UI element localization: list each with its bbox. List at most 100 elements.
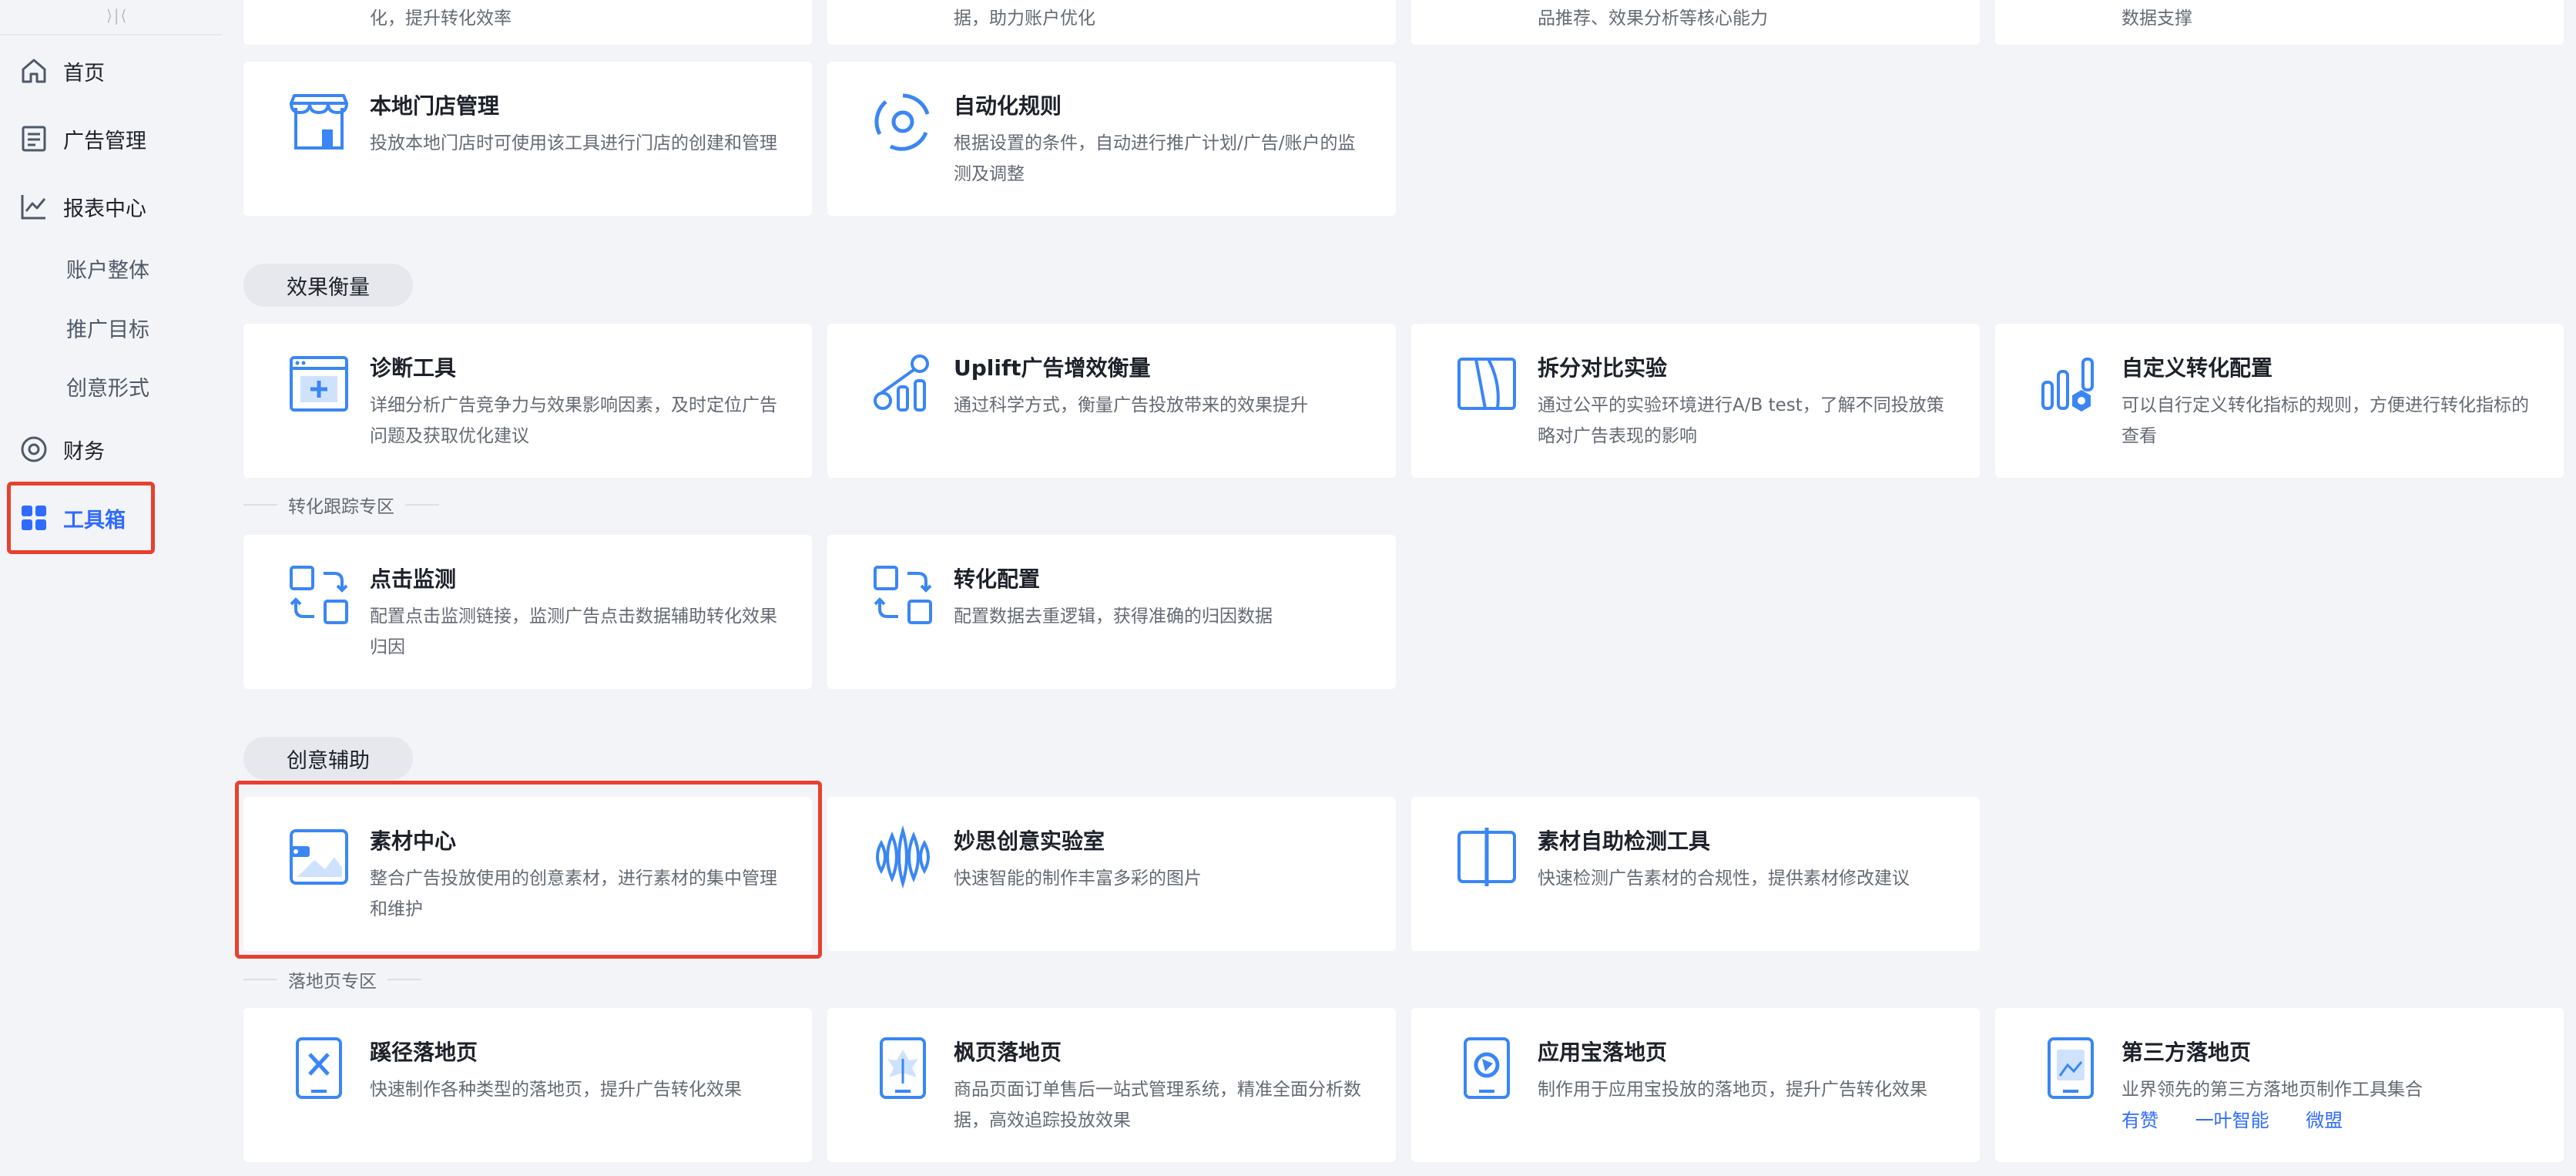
tool-card-xijing-landing[interactable]: 蹊径落地页 快速制作各种类型的落地页，提升广告转化效果 <box>243 1008 812 1162</box>
tool-card-local-store[interactable]: 本地门店管理 投放本地门店时可使用该工具进行门店的创建和管理 <box>243 62 812 216</box>
sidebar-item-label: 广告管理 <box>63 129 146 153</box>
card-description: 投放本地门店时可使用该工具进行门店的创建和管理 <box>370 133 777 153</box>
card-description: 制作用于应用宝投放的落地页，提升广告转化效果 <box>1538 1080 1927 1100</box>
custom-conversion-icon <box>2038 351 2103 416</box>
sidebar-subitem-account-overall[interactable]: 账户整体 <box>66 247 149 290</box>
divider <box>387 979 421 980</box>
card-title: 第三方落地页 <box>2122 1040 2252 1065</box>
card-title: 素材自助检测工具 <box>1538 828 1711 854</box>
divider <box>405 504 439 506</box>
card-title: 自动化规则 <box>954 93 1062 119</box>
collapse-sidebar-handle[interactable]: ⟩|⟨ <box>106 6 128 25</box>
card-description: 通过科学方式，衡量广告投放带来的效果提升 <box>954 395 1308 415</box>
material-check-icon <box>1454 825 1519 889</box>
section-label: 效果衡量 <box>287 275 370 300</box>
card-description: 配置数据去重逻辑，获得准确的归因数据 <box>954 606 1273 627</box>
tool-card-fengye-landing[interactable]: 枫页落地页 商品页面订单售后一站式管理系统，精准全面分析数据，高效追踪投放效果 <box>827 1008 1396 1162</box>
sidebar-subitem-creative-format[interactable]: 创意形式 <box>66 365 149 408</box>
card-description: 品推荐、效果分析等核心能力 <box>1538 8 1768 29</box>
third-party-links: 有赞 一叶智能 微盟 <box>2122 1105 2373 1132</box>
uplift-icon <box>870 351 935 416</box>
divider <box>243 504 277 506</box>
sidebar-item-label: 财务 <box>63 439 105 464</box>
card-title: Uplift广告增效衡量 <box>954 355 1151 381</box>
card-title: 应用宝落地页 <box>1538 1040 1668 1065</box>
tool-card-conversion-config[interactable]: 转化配置 配置数据去重逻辑，获得准确的归因数据 <box>827 535 1396 689</box>
card-description: 据，助力账户优化 <box>954 8 1095 29</box>
card-title: 蹊径落地页 <box>370 1040 478 1065</box>
tool-card-material-check[interactable]: 素材自助检测工具 快速检测广告素材的合规性，提供素材修改建议 <box>1411 797 1980 951</box>
card-description: 快速智能的制作丰富多彩的图片 <box>954 869 1202 889</box>
sidebar-item-label: 首页 <box>63 61 105 86</box>
sidebar-item-finance[interactable]: 财务 <box>17 426 105 472</box>
card-description: 业界领先的第三方落地页制作工具集合 <box>2122 1080 2423 1100</box>
subsection-label: 转化跟踪专区 <box>288 497 394 517</box>
partial-card[interactable]: 化，提升转化效率 <box>243 0 812 45</box>
section-label: 创意辅助 <box>287 748 370 773</box>
card-title: 自定义转化配置 <box>2122 355 2273 381</box>
partial-card[interactable]: 品推荐、效果分析等核心能力 <box>1411 0 1980 45</box>
tool-card-custom-conversion[interactable]: 自定义转化配置 可以自行定义转化指标的规则，方便进行转化指标的查看 <box>1995 324 2564 478</box>
ab-test-icon <box>1454 351 1519 416</box>
card-title: 转化配置 <box>954 566 1041 592</box>
click-monitor-icon <box>287 563 351 627</box>
line-chart-icon <box>17 190 51 223</box>
coin-icon <box>17 432 51 466</box>
link-youzan[interactable]: 有赞 <box>2122 1110 2158 1131</box>
card-description: 快速检测广告素材的合规性，提供素材修改建议 <box>1538 869 1910 889</box>
material-center-highlight-box <box>235 781 822 959</box>
store-icon <box>287 89 351 154</box>
sidebar: ⟩|⟨ 首页 广告管理 报表中心 账户整体 推广目标 创意形式 财务 工具箱 <box>0 0 222 1176</box>
yyb-page-icon <box>1454 1036 1519 1100</box>
toolbox-highlight-box <box>7 482 155 554</box>
card-title: 点击监测 <box>370 566 457 592</box>
card-description: 商品页面订单售后一站式管理系统，精准全面分析数据，高效追踪投放效果 <box>954 1080 1361 1131</box>
tool-card-uplift[interactable]: Uplift广告增效衡量 通过科学方式，衡量广告投放带来的效果提升 <box>827 324 1396 478</box>
tool-card-creative-lab[interactable]: 妙思创意实验室 快速智能的制作丰富多彩的图片 <box>827 797 1396 951</box>
sidebar-item-home[interactable]: 首页 <box>17 48 105 94</box>
card-title: 枫页落地页 <box>954 1040 1062 1065</box>
subsection-label: 落地页专区 <box>288 972 377 992</box>
xijing-page-icon <box>287 1036 351 1100</box>
sidebar-item-report-center[interactable]: 报表中心 <box>17 183 146 230</box>
creative-lab-icon <box>870 825 935 889</box>
link-weimeng[interactable]: 微盟 <box>2306 1110 2343 1131</box>
fengye-page-icon <box>870 1036 935 1100</box>
sidebar-divider <box>0 34 222 35</box>
subsection-header-landing-pages: 落地页专区 <box>243 968 421 992</box>
card-title: 妙思创意实验室 <box>954 828 1105 854</box>
card-description: 数据支撑 <box>2122 8 2192 29</box>
tool-card-diagnosis[interactable]: 诊断工具 详细分析广告竞争力与效果影响因素，及时定位广告问题及获取优化建议 <box>243 324 812 478</box>
diagnosis-icon <box>287 351 351 416</box>
partial-card[interactable]: 数据支撑 <box>1995 0 2564 45</box>
card-description: 快速制作各种类型的落地页，提升广告转化效果 <box>370 1080 742 1100</box>
sidebar-subitem-promotion-goal[interactable]: 推广目标 <box>66 306 149 349</box>
card-title: 拆分对比实验 <box>1538 355 1668 381</box>
document-icon <box>17 122 51 156</box>
card-description: 化，提升转化效率 <box>370 8 512 29</box>
card-description: 详细分析广告竞争力与效果影响因素，及时定位广告问题及获取优化建议 <box>370 395 777 446</box>
auto-rule-icon <box>870 89 935 154</box>
card-title: 本地门店管理 <box>370 93 500 119</box>
card-title: 诊断工具 <box>370 355 457 381</box>
card-description: 根据设置的条件，自动进行推广计划/广告/账户的监测及调整 <box>954 133 1356 184</box>
tool-card-automation-rules[interactable]: 自动化规则 根据设置的条件，自动进行推广计划/广告/账户的监测及调整 <box>827 62 1396 216</box>
divider <box>243 979 277 980</box>
third-party-page-icon <box>2038 1036 2103 1100</box>
section-header-creative-assist: 创意辅助 <box>243 737 413 780</box>
card-description: 配置点击监测链接，监测广告点击数据辅助转化效果归因 <box>370 606 777 657</box>
section-header-effect-measurement: 效果衡量 <box>243 264 413 307</box>
partial-card[interactable]: 据，助力账户优化 <box>827 0 1396 45</box>
tool-card-yyb-landing[interactable]: 应用宝落地页 制作用于应用宝投放的落地页，提升广告转化效果 <box>1411 1008 1980 1162</box>
card-description: 通过公平的实验环境进行A/B test，了解不同投放策略对广告表现的影响 <box>1538 395 1944 446</box>
tool-card-ab-test[interactable]: 拆分对比实验 通过公平的实验环境进行A/B test，了解不同投放策略对广告表现… <box>1411 324 1980 478</box>
link-yiye[interactable]: 一叶智能 <box>2195 1110 2269 1131</box>
tool-card-third-party-landing[interactable]: 第三方落地页 业界领先的第三方落地页制作工具集合 有赞 一叶智能 微盟 <box>1995 1008 2564 1162</box>
sidebar-item-ad-management[interactable]: 广告管理 <box>17 116 146 162</box>
home-icon <box>17 54 51 88</box>
sidebar-item-label: 报表中心 <box>63 197 146 221</box>
conversion-config-icon <box>870 563 935 627</box>
tool-card-click-monitor[interactable]: 点击监测 配置点击监测链接，监测广告点击数据辅助转化效果归因 <box>243 535 812 689</box>
card-description: 可以自行定义转化指标的规则，方便进行转化指标的查看 <box>2122 395 2529 446</box>
subsection-header-conversion-tracking: 转化跟踪专区 <box>243 493 439 517</box>
